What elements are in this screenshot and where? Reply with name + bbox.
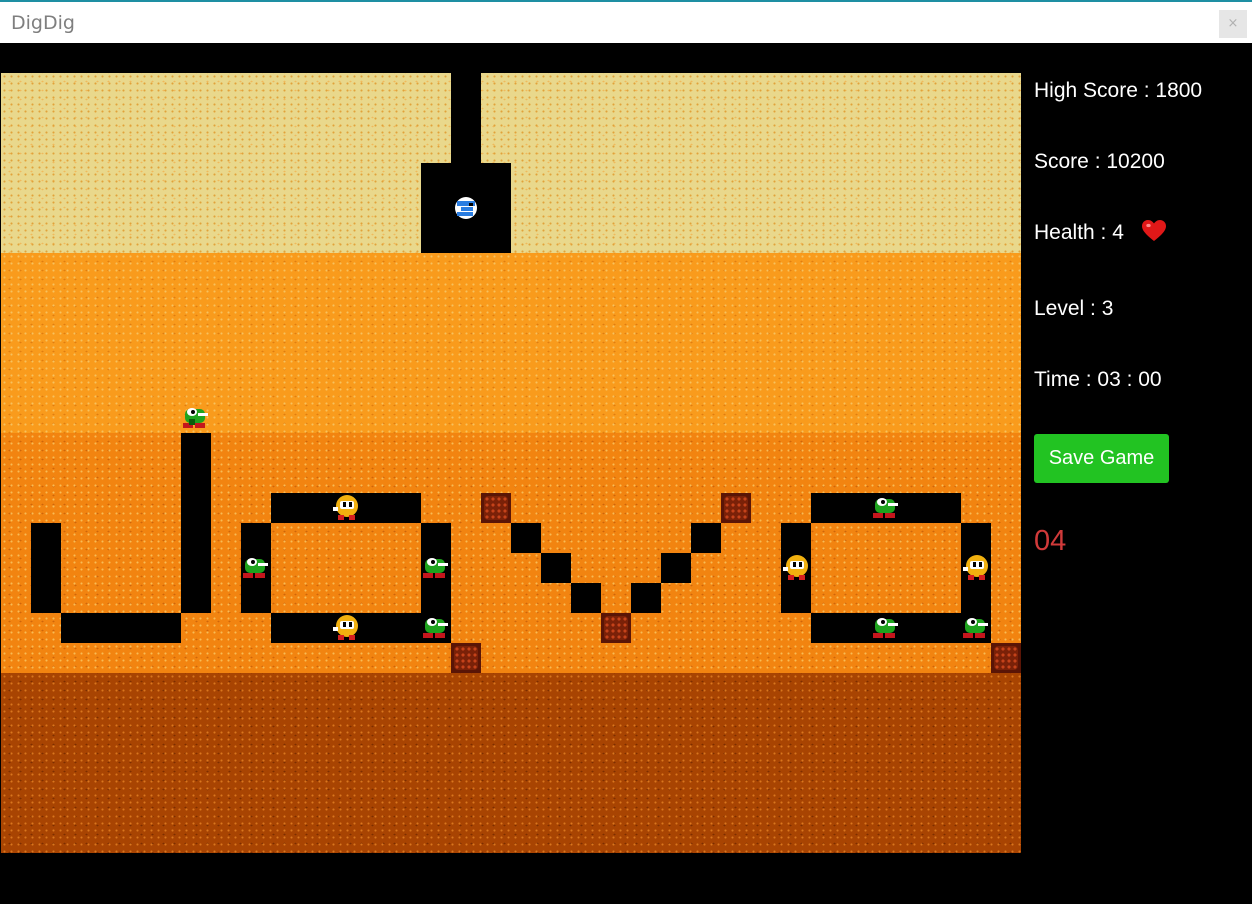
pooka-monster-icon bbox=[963, 555, 988, 580]
dirt-layer-4 bbox=[1, 673, 1021, 853]
rock-icon bbox=[991, 643, 1021, 673]
tunnel bbox=[31, 523, 61, 613]
pooka-monster-icon bbox=[333, 615, 358, 640]
game-window: DigDig × High Score: 1800 Score: 10200… bbox=[0, 0, 1252, 904]
save-game-button[interactable]: Save Game bbox=[1034, 434, 1169, 483]
window-title: DigDig bbox=[11, 12, 75, 34]
high-score-label: High Score : 1800 bbox=[1034, 79, 1203, 102]
title-bar[interactable]: DigDig × bbox=[0, 0, 1252, 43]
heart-icon bbox=[1142, 220, 1166, 241]
pooka-monster-icon bbox=[783, 555, 808, 580]
tunnel bbox=[631, 583, 661, 613]
pooka-monster-icon bbox=[333, 495, 358, 520]
rock-icon bbox=[481, 493, 511, 523]
level-label: Level : 3 bbox=[1034, 297, 1114, 320]
tunnel bbox=[541, 553, 571, 583]
hud-panel: High Score : 1800 Score : 10200 Health :… bbox=[1021, 73, 1252, 853]
digger-player-icon bbox=[455, 197, 477, 219]
fygar-dragon-icon bbox=[243, 558, 268, 578]
rock-icon bbox=[451, 643, 481, 673]
dirt-layer-1 bbox=[1, 73, 1021, 253]
close-button[interactable]: × bbox=[1219, 10, 1247, 38]
tunnel bbox=[451, 73, 481, 163]
fygar-dragon-icon bbox=[423, 618, 448, 638]
fygar-dragon-icon bbox=[423, 558, 448, 578]
fygar-dragon-icon bbox=[873, 618, 898, 638]
time-label: Time : 03 : 00 bbox=[1034, 368, 1162, 391]
rock-icon bbox=[721, 493, 751, 523]
tunnel bbox=[571, 583, 601, 613]
tunnel bbox=[61, 613, 181, 643]
tunnel bbox=[511, 523, 541, 553]
fygar-dragon-icon bbox=[183, 408, 208, 428]
fygar-dragon-icon bbox=[873, 498, 898, 518]
fygar-dragon-icon bbox=[963, 618, 988, 638]
countdown-display: 04 bbox=[1034, 525, 1067, 557]
tunnel bbox=[691, 523, 721, 553]
score-label: Score : 10200 bbox=[1034, 150, 1165, 173]
tunnel bbox=[661, 553, 691, 583]
dirt-layer-2 bbox=[1, 253, 1021, 433]
rock-icon bbox=[601, 613, 631, 643]
game-playfield[interactable] bbox=[1, 73, 1021, 853]
tunnel bbox=[181, 433, 211, 613]
health-label: Health : 4 bbox=[1034, 221, 1124, 244]
